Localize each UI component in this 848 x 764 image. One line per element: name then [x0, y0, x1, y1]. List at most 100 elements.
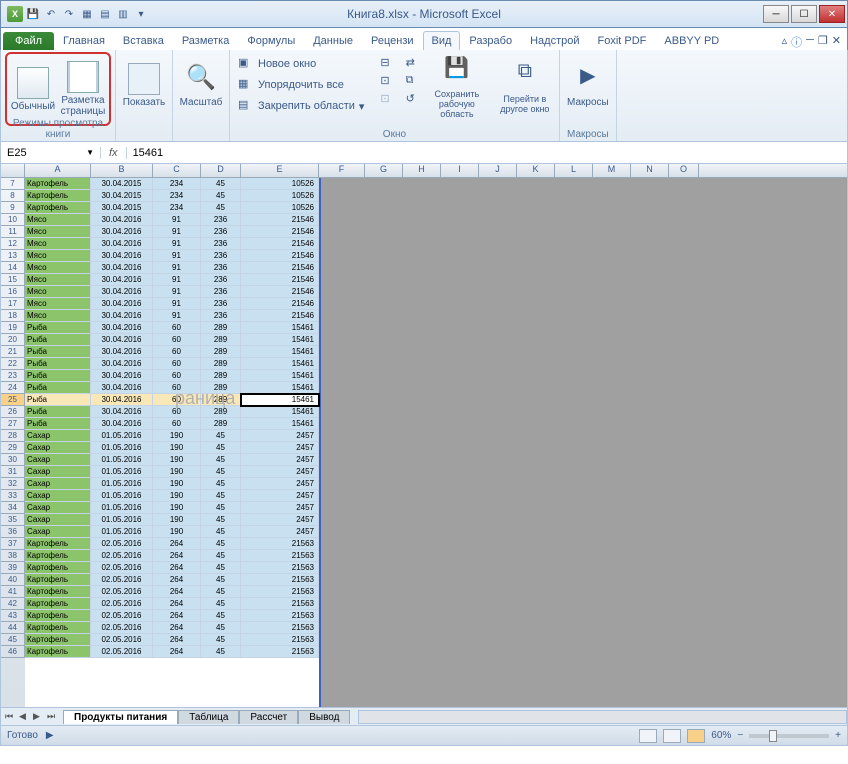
cell[interactable]: 15461: [241, 346, 319, 358]
column-header[interactable]: G: [365, 164, 403, 177]
row-header[interactable]: 23: [1, 370, 25, 382]
cell[interactable]: 2457: [241, 526, 319, 538]
cell[interactable]: Мясо: [25, 298, 91, 310]
column-header[interactable]: O: [669, 164, 699, 177]
cell[interactable]: 30.04.2016: [91, 406, 153, 418]
cell[interactable]: 2457: [241, 490, 319, 502]
column-header[interactable]: M: [593, 164, 631, 177]
cell[interactable]: 02.05.2016: [91, 634, 153, 646]
sheet-tab[interactable]: Рассчет: [239, 710, 298, 724]
cell[interactable]: 21563: [241, 646, 319, 658]
cell[interactable]: 45: [201, 598, 241, 610]
cell[interactable]: 21563: [241, 562, 319, 574]
cell[interactable]: 21563: [241, 550, 319, 562]
row-header[interactable]: 19: [1, 322, 25, 334]
row-header[interactable]: 25: [1, 394, 25, 406]
cell[interactable]: Сахар: [25, 514, 91, 526]
cell[interactable]: 264: [153, 622, 201, 634]
page-layout-button[interactable]: Разметка страницы: [59, 56, 107, 122]
row-header[interactable]: 41: [1, 586, 25, 598]
name-box[interactable]: E25 ▼: [1, 147, 101, 159]
row-header[interactable]: 44: [1, 622, 25, 634]
cell[interactable]: 01.05.2016: [91, 430, 153, 442]
arrange-all-button[interactable]: ▦Упорядочить все: [234, 75, 368, 95]
cell[interactable]: 10526: [241, 178, 319, 190]
cell[interactable]: 01.05.2016: [91, 514, 153, 526]
column-header[interactable]: L: [555, 164, 593, 177]
cell[interactable]: 236: [201, 298, 241, 310]
cell[interactable]: Картофель: [25, 634, 91, 646]
row-header[interactable]: 43: [1, 610, 25, 622]
row-header[interactable]: 10: [1, 214, 25, 226]
cell[interactable]: 02.05.2016: [91, 598, 153, 610]
cell[interactable]: Рыба: [25, 370, 91, 382]
sheet-tab[interactable]: Продукты питания: [63, 710, 178, 724]
zoom-out-button[interactable]: −: [737, 730, 743, 741]
cell[interactable]: 60: [153, 370, 201, 382]
cell[interactable]: 289: [201, 406, 241, 418]
row-header[interactable]: 46: [1, 646, 25, 658]
cell[interactable]: Сахар: [25, 490, 91, 502]
cell[interactable]: 02.05.2016: [91, 550, 153, 562]
file-tab[interactable]: Файл: [3, 32, 54, 50]
cell[interactable]: Сахар: [25, 478, 91, 490]
cell[interactable]: 45: [201, 622, 241, 634]
cell[interactable]: Картофель: [25, 598, 91, 610]
sheet-nav-next[interactable]: ▶: [33, 711, 45, 722]
cell[interactable]: Картофель: [25, 562, 91, 574]
cell[interactable]: 190: [153, 490, 201, 502]
cell[interactable]: Картофель: [25, 178, 91, 190]
cell[interactable]: 21546: [241, 286, 319, 298]
cell[interactable]: 01.05.2016: [91, 442, 153, 454]
column-header[interactable]: I: [441, 164, 479, 177]
cell[interactable]: 21546: [241, 214, 319, 226]
row-header[interactable]: 15: [1, 274, 25, 286]
cell[interactable]: 91: [153, 226, 201, 238]
cell[interactable]: 02.05.2016: [91, 646, 153, 658]
column-header[interactable]: F: [319, 164, 365, 177]
mdi-close-icon[interactable]: ✕: [832, 34, 841, 50]
cell[interactable]: 190: [153, 454, 201, 466]
cell[interactable]: 264: [153, 550, 201, 562]
sheet-nav-first[interactable]: ⏮: [5, 711, 17, 722]
cell[interactable]: 21546: [241, 274, 319, 286]
cell[interactable]: 01.05.2016: [91, 454, 153, 466]
row-header[interactable]: 30: [1, 454, 25, 466]
cell[interactable]: 21546: [241, 238, 319, 250]
cell[interactable]: 2457: [241, 514, 319, 526]
cell[interactable]: 21563: [241, 538, 319, 550]
cell[interactable]: 45: [201, 634, 241, 646]
cell[interactable]: 30.04.2016: [91, 370, 153, 382]
qat-btn[interactable]: ▤: [97, 6, 113, 22]
cell[interactable]: 30.04.2016: [91, 310, 153, 322]
cell[interactable]: 30.04.2016: [91, 382, 153, 394]
select-all-corner[interactable]: [1, 164, 25, 177]
row-header[interactable]: 7: [1, 178, 25, 190]
sync-scroll-button[interactable]: ⇄: [402, 54, 419, 71]
reset-pos-button[interactable]: ↺: [402, 90, 419, 107]
row-header[interactable]: 9: [1, 202, 25, 214]
cell[interactable]: 45: [201, 646, 241, 658]
close-button[interactable]: ✕: [819, 5, 845, 23]
cell[interactable]: 2457: [241, 502, 319, 514]
cell[interactable]: 91: [153, 310, 201, 322]
cell[interactable]: 02.05.2016: [91, 574, 153, 586]
horizontal-scrollbar[interactable]: [358, 710, 847, 724]
column-header[interactable]: C: [153, 164, 201, 177]
cell[interactable]: 236: [201, 310, 241, 322]
cell[interactable]: 45: [201, 550, 241, 562]
cell[interactable]: Сахар: [25, 442, 91, 454]
cell[interactable]: 289: [201, 358, 241, 370]
cell[interactable]: 30.04.2016: [91, 334, 153, 346]
cell[interactable]: 30.04.2016: [91, 250, 153, 262]
cell[interactable]: Сахар: [25, 454, 91, 466]
zoom-button[interactable]: 🔍 Масштаб: [177, 52, 225, 118]
cells-area[interactable]: Картофель30.04.20152344510526Картофель30…: [25, 178, 319, 707]
cell[interactable]: 45: [201, 454, 241, 466]
ribbon-tab-надстрой[interactable]: Надстрой: [521, 31, 588, 50]
cell[interactable]: 15461: [241, 406, 319, 418]
cell[interactable]: Картофель: [25, 586, 91, 598]
cell[interactable]: 2457: [241, 442, 319, 454]
cell[interactable]: 45: [201, 526, 241, 538]
cell[interactable]: 264: [153, 574, 201, 586]
